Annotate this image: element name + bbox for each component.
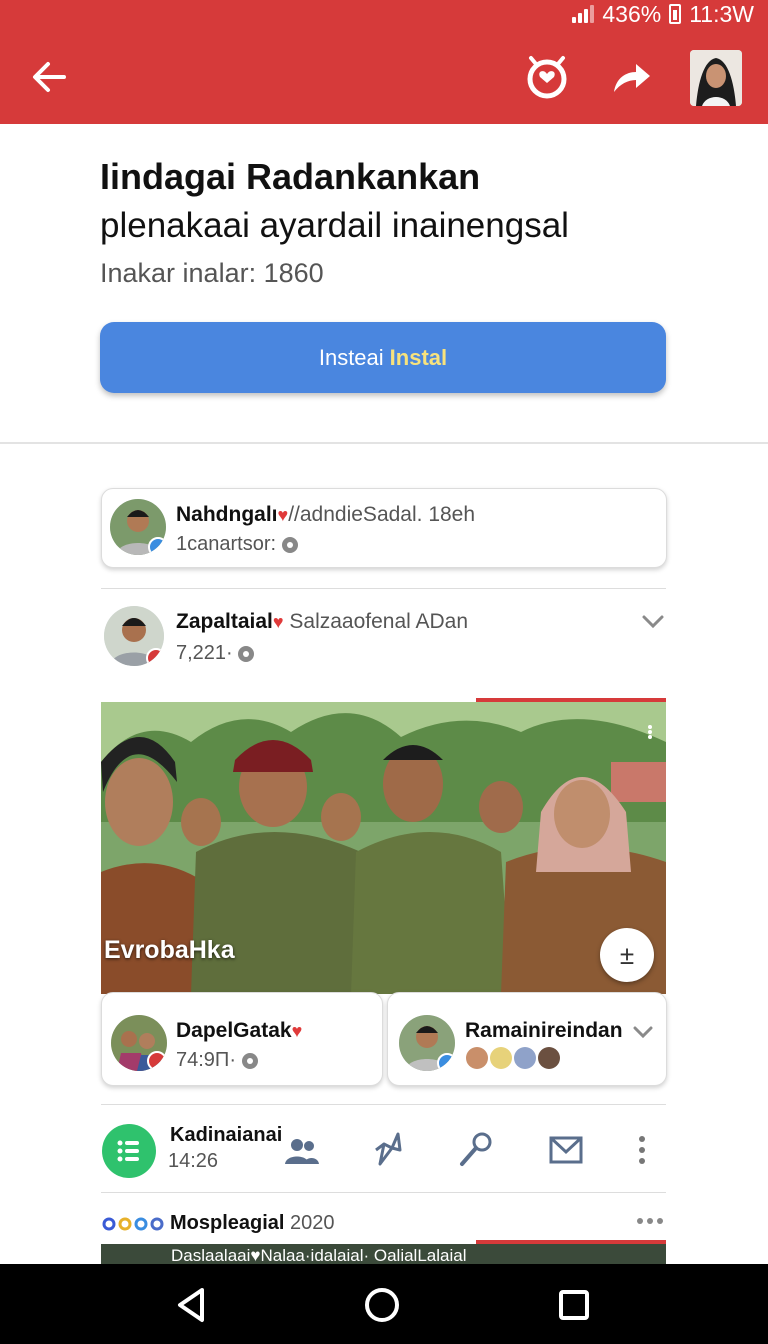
sub-card-meta: 74:9Π· (176, 1049, 258, 1072)
avatar (399, 1015, 455, 1071)
sub-card-menu-button[interactable] (632, 1023, 654, 1041)
post-avatar[interactable] (104, 606, 164, 666)
page-meta: Inakar inalar: 1860 (100, 258, 324, 288)
heart-icon: ♥ (272, 612, 284, 632)
circle-home-icon (365, 1288, 399, 1322)
comment-author: Nahdngalı♥//adndieSadal. 18eh (176, 503, 475, 527)
triangle-back-icon (178, 1288, 204, 1322)
post-menu-button[interactable] (640, 610, 666, 632)
avatar (110, 499, 166, 555)
mini-avatar (466, 1047, 488, 1069)
colored-rings-icon (102, 1217, 164, 1231)
install-label-highlight: Instal (389, 344, 448, 370)
lightning-icon (375, 1132, 402, 1166)
microphone-icon (460, 1132, 492, 1166)
comment-sub: 1canartsor: (176, 533, 298, 556)
reaction-avatars (466, 1047, 566, 1071)
arrow-left-icon (33, 62, 66, 92)
square-recents-icon (559, 1290, 589, 1320)
section-divider (0, 442, 768, 444)
photo-caption: EvrobaHka (104, 936, 235, 964)
mini-avatar (538, 1047, 560, 1069)
page-title: Iindagai Radankankan (100, 156, 481, 197)
globe-icon (281, 536, 298, 553)
mini-avatar (490, 1047, 512, 1069)
status-bar: 436% 11:3W (572, 0, 754, 28)
comment-author-name: Nahdngalı (176, 503, 278, 526)
share-button[interactable] (606, 52, 656, 102)
friends-button[interactable] (282, 1130, 322, 1170)
nav-recents-button[interactable] (557, 1288, 591, 1322)
page-subtitle: plenakaai ayardail inainengsal (100, 206, 569, 245)
comment-tool-button[interactable] (456, 1130, 496, 1170)
verified-badge-icon (437, 1053, 455, 1071)
battery-percent: 436% (602, 0, 662, 27)
badge-icon (147, 1051, 167, 1071)
profile-avatar[interactable] (690, 50, 742, 106)
chevron-down-icon (642, 615, 664, 629)
verified-badge-icon (148, 537, 166, 555)
post-meta-text: 7,221· (176, 642, 233, 664)
clock: 11:3W (689, 0, 754, 27)
share-icon (614, 64, 650, 92)
mail-icon (549, 1136, 583, 1164)
boost-button[interactable] (370, 1130, 410, 1170)
sub-card-author-name: DapelGatak (176, 1019, 292, 1042)
install-label-primary: Insteai (318, 344, 384, 370)
back-button[interactable] (28, 56, 70, 98)
divider (101, 1104, 666, 1105)
next-post-menu-button[interactable] (636, 1214, 664, 1228)
people-icon (285, 1139, 319, 1164)
next-post-peek-text: Daslaalaai♥Nalaa·idalaial· OalialLalaial (171, 1246, 467, 1264)
sub-card-1[interactable]: DapelGatak♥ 74:9Π· (101, 992, 383, 1086)
app-badges (102, 1214, 166, 1234)
nav-home-button[interactable] (363, 1286, 401, 1324)
more-horizontal-icon (637, 1218, 663, 1224)
next-post-banner[interactable]: Daslaalaai♥Nalaa·idalaial· OalialLalaial (101, 1244, 666, 1264)
action-count: 14:26 (168, 1150, 219, 1172)
user-photo-icon (690, 50, 742, 106)
heart-icon: ♥ (277, 505, 289, 525)
next-post-year: 2020 (290, 1212, 335, 1234)
list-button[interactable] (102, 1124, 156, 1178)
install-button[interactable]: Insteai Instal (100, 322, 666, 393)
comment-card[interactable]: Nahdngalı♥//adndieSadal. 18eh 1canartsor… (101, 488, 667, 568)
heart-icon: ♥ (291, 1021, 303, 1041)
signal-icon (572, 5, 595, 23)
nav-back-button[interactable] (172, 1286, 210, 1324)
post-author-name: Zapaltaial (176, 610, 273, 633)
more-options-button[interactable] (630, 1130, 654, 1170)
plus-icon: ± (619, 939, 635, 970)
avatar (111, 1015, 167, 1071)
more-vertical-icon (639, 1136, 645, 1164)
comment-sub-text: 1canartsor: (176, 533, 277, 555)
next-post-author: Mospleagial 2020 (170, 1212, 335, 1235)
globe-icon (238, 645, 255, 662)
post-author: Zapaltaial♥ Salzaaofenal ADan (176, 610, 468, 634)
post-handle: Salzaaofenal ADan (289, 610, 469, 633)
divider (101, 588, 666, 589)
action-label: Kadinaianai (170, 1124, 283, 1146)
system-nav-bar (0, 1264, 768, 1344)
globe-icon (241, 1052, 258, 1069)
app-logo-button[interactable] (522, 52, 572, 102)
sub-card-author: DapelGatak♥ (176, 1019, 302, 1043)
post-meta: 7,221· (176, 642, 255, 665)
message-button[interactable] (546, 1130, 586, 1170)
add-button[interactable]: ± (600, 928, 654, 982)
battery-icon (669, 4, 682, 24)
divider (101, 1192, 666, 1193)
sub-card-meta-text: 74:9Π· (176, 1049, 237, 1071)
sub-card-author: Ramainireindan (465, 1019, 623, 1042)
next-post-author-name: Mospleagial (170, 1212, 285, 1234)
app-bar: 436% 11:3W (0, 0, 768, 124)
chevron-down-icon (633, 1026, 653, 1039)
sub-card-2[interactable]: Ramainireindan (387, 992, 667, 1086)
heart-ring-icon (527, 56, 567, 99)
mini-avatar (514, 1047, 536, 1069)
list-icon (117, 1140, 139, 1162)
comment-handle: //adndieSadal. 18eh (288, 503, 476, 526)
badge-icon (146, 648, 164, 666)
